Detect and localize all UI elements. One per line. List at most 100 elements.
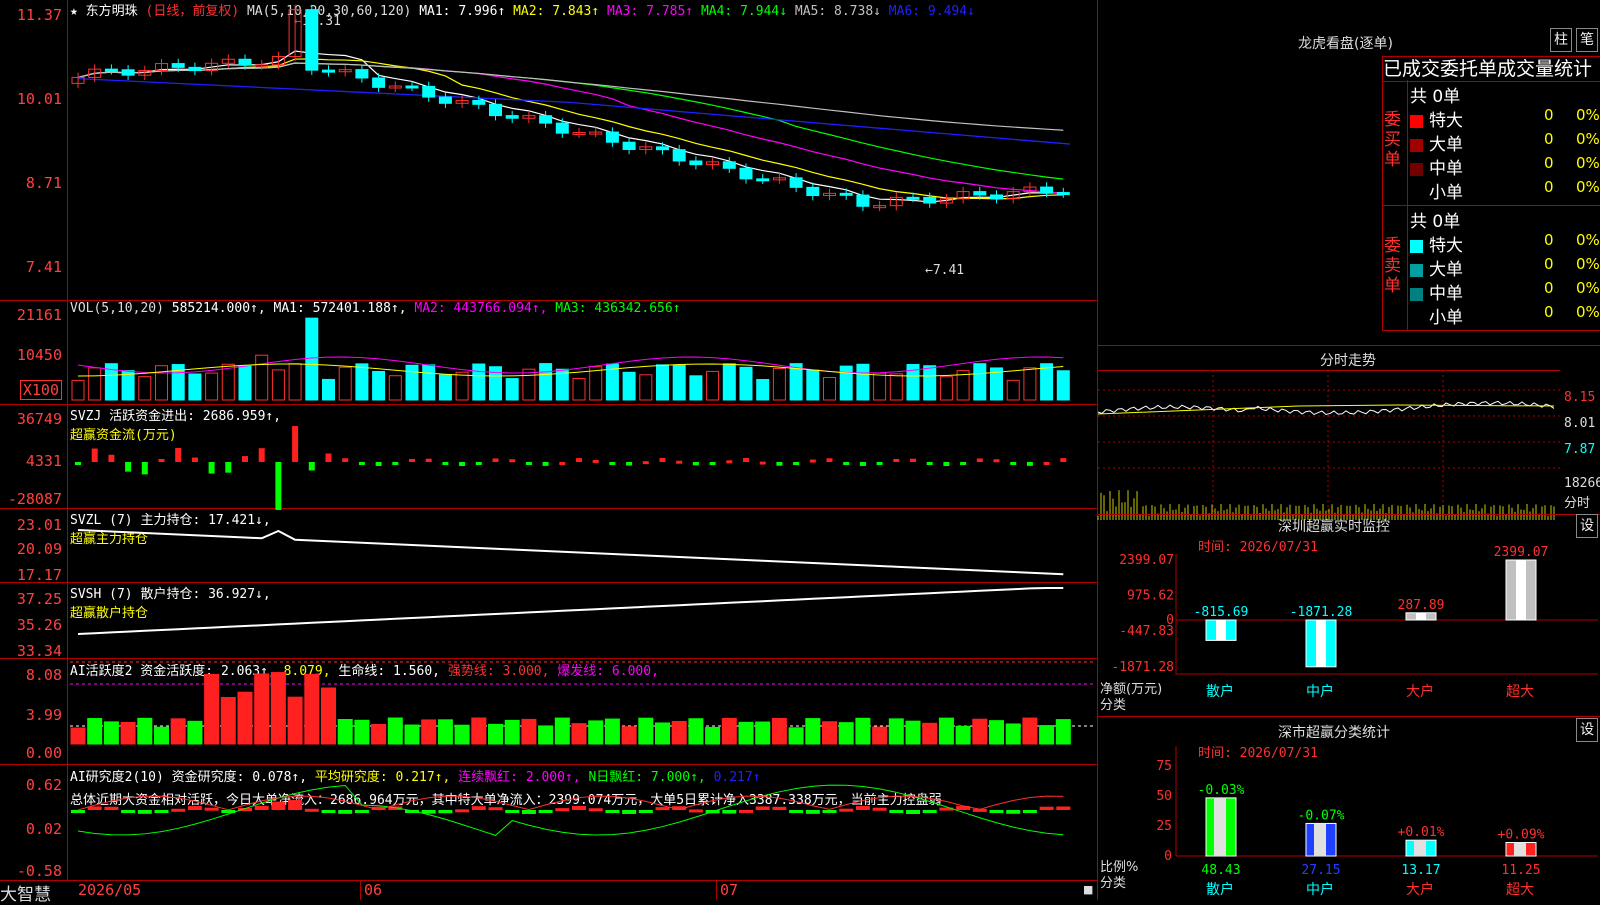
lock-icon[interactable]: ■ xyxy=(1083,883,1093,896)
color-swatch xyxy=(1410,114,1423,128)
research-bar xyxy=(521,810,536,814)
research-bar xyxy=(488,807,503,811)
intraday-chart[interactable] xyxy=(1097,370,1560,520)
fund-bar xyxy=(191,457,198,462)
monitor-bar-highlight xyxy=(1216,620,1226,641)
svsh-chart[interactable] xyxy=(70,582,1096,658)
fund-bar xyxy=(759,461,766,465)
candle xyxy=(188,66,202,72)
ma-value: MA5: 8.738↓ xyxy=(787,4,881,19)
ai1-axis: 8.08 3.99 0.00 xyxy=(0,658,66,764)
candle xyxy=(739,167,753,180)
activity-bar xyxy=(321,687,336,745)
fund-bar xyxy=(960,462,967,465)
svzl-chart[interactable] xyxy=(70,508,1096,582)
vol-bar xyxy=(689,375,703,401)
activity-bar xyxy=(671,720,687,745)
stat-chart[interactable]: 75 50 25 0 -0.03% 48.43 散户 -0.07% 27.15 中户 +0.01% 1… xyxy=(1098,716,1600,900)
fund-bar xyxy=(893,458,900,462)
svsh-tick: 35.26 xyxy=(16,616,62,634)
price-tick: 10.01 xyxy=(16,90,62,108)
research-bar xyxy=(1006,810,1021,814)
activity-bar xyxy=(788,727,804,745)
fund-bar xyxy=(809,459,816,463)
tick-mode-button[interactable]: 笔 xyxy=(1576,28,1598,52)
stat-cat: 中户 xyxy=(1306,881,1334,898)
vol-bar xyxy=(355,363,369,401)
stat-tick: 0 xyxy=(1164,849,1172,864)
ai2-chart[interactable] xyxy=(70,784,1096,880)
vol-bar xyxy=(271,369,285,401)
order-label: 中单 xyxy=(1429,159,1463,179)
research-bar xyxy=(204,807,219,811)
research-bar xyxy=(922,810,937,813)
order-percent: 0% xyxy=(1576,154,1600,172)
candle xyxy=(806,186,820,197)
activity-bar xyxy=(721,717,737,745)
volume-chart[interactable] xyxy=(70,310,1096,402)
activity-bar xyxy=(922,722,938,745)
star-icon[interactable]: ★ xyxy=(70,4,78,19)
order-label: 特大 xyxy=(1429,236,1463,256)
ai1-chart[interactable] xyxy=(70,658,1096,764)
candle xyxy=(605,131,619,143)
vol-unit[interactable]: X100 xyxy=(19,380,62,400)
ma-value: MA2: 7.843↑ xyxy=(505,4,600,19)
activity-bar xyxy=(387,717,403,745)
monitor-chart[interactable]: 2399.07975.620-447.83-1871.28-815.69散户-1… xyxy=(1098,514,1600,714)
fund-bar xyxy=(726,460,733,464)
vol-bar xyxy=(255,354,269,401)
ma-line xyxy=(77,58,1064,200)
research-bar xyxy=(789,810,804,813)
order-total: 共 0单 xyxy=(1410,212,1461,232)
holding-line xyxy=(77,587,1064,635)
vol-bar xyxy=(839,365,853,401)
fund-bar xyxy=(475,462,482,465)
activity-bar xyxy=(103,721,119,745)
vol-bar xyxy=(656,364,669,401)
stat-bar-highlight xyxy=(1314,823,1326,856)
monitor-bar-label: -815.69 xyxy=(1194,605,1249,620)
fund-bar xyxy=(158,458,165,462)
ai1-tick: 8.08 xyxy=(25,666,62,684)
brand-logo[interactable]: 大智慧 xyxy=(0,880,51,905)
stat-cat: 超大 xyxy=(1506,882,1534,898)
activity-bar xyxy=(855,717,871,745)
activity-bar xyxy=(621,726,637,745)
activity-bar xyxy=(872,726,888,745)
activity-bar xyxy=(771,717,787,745)
fund-bar xyxy=(1060,458,1067,462)
candle xyxy=(1040,186,1054,194)
candle xyxy=(906,196,920,200)
vol-bar xyxy=(923,365,937,401)
vol-bar xyxy=(756,379,770,401)
activity-bar xyxy=(504,719,520,745)
ma-line xyxy=(77,50,1064,203)
activity-bar xyxy=(437,719,453,745)
candle xyxy=(489,103,502,117)
monitor-bar-highlight xyxy=(1416,612,1426,620)
period-label[interactable]: (日线，前复权) xyxy=(146,4,240,19)
research-bar xyxy=(572,806,586,810)
fund-bar xyxy=(509,459,516,463)
svzj-chart[interactable] xyxy=(70,404,1096,510)
stat-bar-label: 13.17 xyxy=(1401,863,1440,878)
activity-bar xyxy=(521,718,537,745)
fund-bar xyxy=(208,462,215,474)
activity-bar xyxy=(705,726,721,745)
activity-bar xyxy=(588,720,604,745)
candle xyxy=(756,178,770,182)
ai2-avg: 平均研究度: 0.217↑, xyxy=(314,770,451,785)
kline-chart[interactable] xyxy=(70,4,1096,298)
fund-bar xyxy=(642,461,649,465)
bar-mode-button[interactable]: 柱 xyxy=(1550,28,1572,52)
stat-bar-highlight xyxy=(1414,840,1426,856)
svzj-tick: 4331 xyxy=(25,452,62,470)
vol-bar xyxy=(539,363,553,401)
vol-bar xyxy=(772,367,786,401)
order-row: 大单 0 0% xyxy=(1410,130,1600,155)
activity-bar xyxy=(488,723,503,745)
research-bar xyxy=(805,810,820,814)
candle xyxy=(973,191,987,196)
research-bar xyxy=(288,800,303,810)
